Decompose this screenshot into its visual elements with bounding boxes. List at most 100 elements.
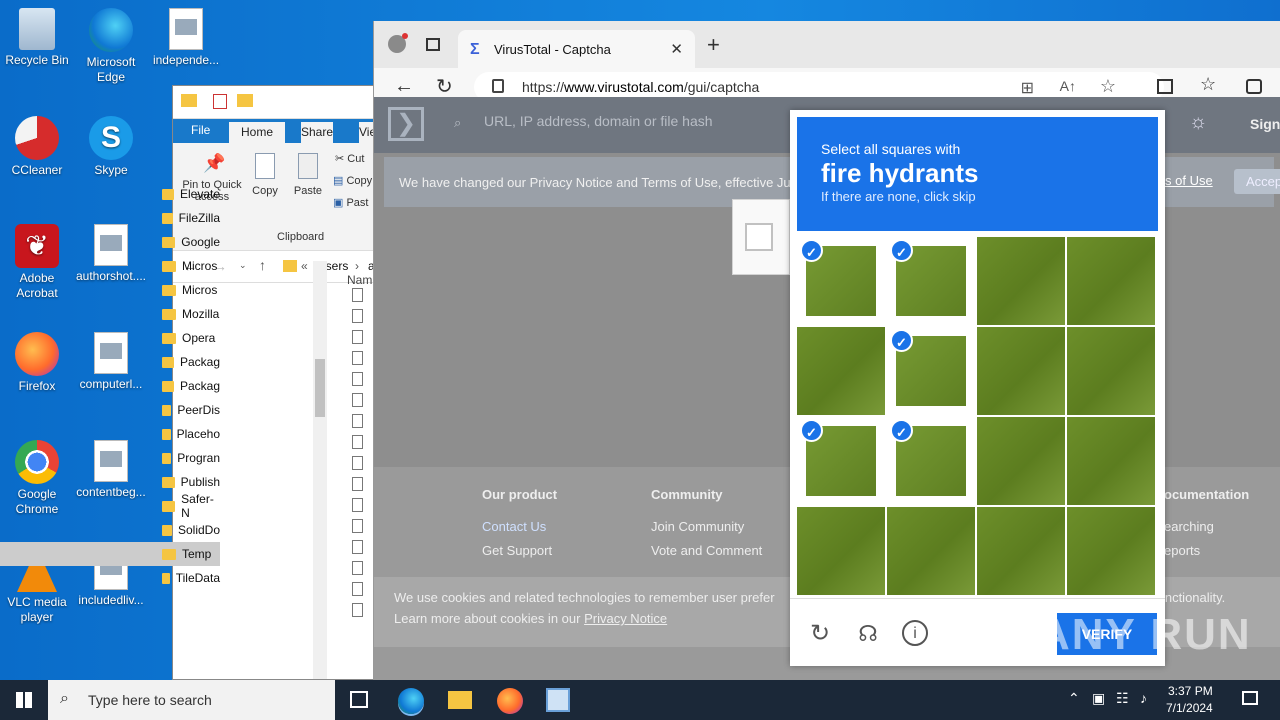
nav-folder-item[interactable]: Placeho bbox=[0, 422, 220, 446]
captcha-tile[interactable] bbox=[1067, 417, 1155, 505]
notifications-icon[interactable] bbox=[1242, 691, 1258, 705]
captcha-tile[interactable] bbox=[797, 507, 885, 595]
captcha-tile[interactable] bbox=[797, 327, 885, 415]
column-header-name[interactable]: Nam bbox=[347, 273, 372, 287]
file-icon[interactable] bbox=[352, 603, 363, 617]
file-icon[interactable] bbox=[352, 372, 363, 386]
sign-in-link[interactable]: Sign in bbox=[1250, 116, 1280, 132]
taskbar-explorer-icon[interactable] bbox=[448, 691, 472, 709]
nav-folder-item[interactable]: Micros bbox=[0, 254, 220, 278]
captcha-tile[interactable] bbox=[977, 507, 1065, 595]
captcha-checkbox[interactable] bbox=[745, 223, 773, 251]
file-icon[interactable] bbox=[352, 309, 363, 323]
theme-sun-icon[interactable]: ☼ bbox=[1189, 111, 1207, 134]
refresh-icon[interactable]: ↻ bbox=[436, 74, 453, 99]
chevron-down-icon[interactable]: ⌄ bbox=[239, 260, 247, 271]
captcha-tile[interactable]: ✓ bbox=[887, 327, 975, 415]
properties-icon[interactable] bbox=[213, 94, 227, 109]
desktop-icon-edge[interactable]: Microsoft Edge bbox=[74, 8, 148, 85]
file-icon[interactable] bbox=[352, 519, 363, 533]
taskbar-app-icon[interactable] bbox=[546, 688, 570, 712]
footer-link-contact[interactable]: Contact Us bbox=[482, 519, 546, 534]
file-icon[interactable] bbox=[352, 498, 363, 512]
captcha-tile[interactable] bbox=[977, 327, 1065, 415]
terms-link[interactable]: s of Use bbox=[1165, 173, 1213, 188]
nav-folder-item[interactable]: PeerDis bbox=[0, 398, 220, 422]
security-icon[interactable]: ▣ bbox=[1092, 690, 1105, 707]
tab-share[interactable]: Share bbox=[301, 122, 334, 143]
file-icon[interactable] bbox=[352, 477, 363, 491]
virustotal-logo-icon[interactable]: ❯ bbox=[388, 107, 424, 141]
collections-icon[interactable] bbox=[1246, 79, 1262, 94]
scrollbar[interactable] bbox=[313, 261, 327, 679]
captcha-tile[interactable]: ✓ bbox=[797, 237, 885, 325]
info-icon[interactable]: i bbox=[902, 620, 928, 646]
file-icon[interactable] bbox=[352, 540, 363, 554]
captcha-tile[interactable]: ✓ bbox=[797, 417, 885, 505]
nav-folder-item[interactable]: SolidDo bbox=[0, 518, 220, 542]
task-view-icon[interactable] bbox=[350, 691, 368, 708]
split-screen-icon[interactable] bbox=[1157, 79, 1173, 94]
up-arrow-icon[interactable]: ↑ bbox=[259, 257, 266, 273]
volume-icon[interactable]: ♪ bbox=[1140, 690, 1147, 706]
nav-folder-item[interactable]: Mozilla bbox=[0, 302, 220, 326]
footer-link-join[interactable]: Join Community bbox=[651, 519, 744, 534]
captcha-tile[interactable] bbox=[1067, 507, 1155, 595]
favorites-icon[interactable]: ☆ bbox=[1200, 74, 1216, 95]
scrollbar-thumb[interactable] bbox=[315, 359, 325, 417]
file-icon[interactable] bbox=[352, 582, 363, 596]
taskbar-firefox-icon[interactable] bbox=[497, 688, 523, 714]
nav-folder-item[interactable]: Elevate bbox=[0, 182, 220, 206]
captcha-tile[interactable]: ✓ bbox=[887, 237, 975, 325]
apps-icon[interactable]: ⊞ bbox=[1021, 78, 1034, 98]
close-icon[interactable]: ✕ bbox=[670, 40, 683, 58]
taskbar-search-box[interactable]: ⌕ Type here to search bbox=[48, 680, 335, 720]
file-icon[interactable] bbox=[352, 456, 363, 470]
nav-folder-item[interactable]: Micros bbox=[0, 278, 220, 302]
desktop-icon-ccleaner[interactable]: CCleaner bbox=[0, 116, 74, 178]
footer-link-support[interactable]: Get Support bbox=[482, 543, 552, 558]
captcha-tile[interactable] bbox=[977, 237, 1065, 325]
desktop-icon-recycle-bin[interactable]: Recycle Bin bbox=[0, 8, 74, 68]
new-tab-plus-icon[interactable]: + bbox=[707, 32, 720, 58]
tab-home[interactable]: Home bbox=[229, 122, 286, 143]
footer-link-reports[interactable]: eports bbox=[1164, 543, 1200, 558]
captcha-tile[interactable] bbox=[1067, 237, 1155, 325]
read-aloud-icon[interactable]: A↑ bbox=[1060, 78, 1076, 94]
back-arrow-icon[interactable]: ← bbox=[394, 75, 414, 98]
copy-button[interactable]: Copy bbox=[249, 153, 281, 197]
captcha-tile[interactable] bbox=[977, 417, 1065, 505]
favorite-star-icon[interactable]: ☆ bbox=[1100, 76, 1116, 97]
file-icon[interactable] bbox=[352, 288, 363, 302]
file-icon[interactable] bbox=[352, 435, 363, 449]
refresh-icon[interactable]: ↻ bbox=[806, 620, 834, 648]
vt-search-input[interactable]: URL, IP address, domain or file hash bbox=[484, 113, 713, 129]
footer-link-searching[interactable]: earching bbox=[1164, 519, 1214, 534]
captcha-tile[interactable]: ✓ bbox=[887, 417, 975, 505]
copy-path-button[interactable]: ▤ Copy bbox=[333, 174, 372, 187]
footer-link-vote[interactable]: Vote and Comment bbox=[651, 543, 762, 558]
breadcrumb-overflow[interactable]: « bbox=[301, 259, 308, 273]
accept-button[interactable]: Accep bbox=[1234, 169, 1280, 194]
headphones-icon[interactable]: ☊ bbox=[854, 620, 882, 648]
privacy-notice-link[interactable]: Privacy Notice bbox=[584, 611, 667, 626]
nav-folder-item[interactable]: Packag bbox=[0, 374, 220, 398]
file-icon[interactable] bbox=[352, 351, 363, 365]
nav-folder-item[interactable]: FileZilla bbox=[0, 206, 220, 230]
nav-folder-item[interactable]: Packag bbox=[0, 350, 220, 374]
paste-button[interactable]: Paste bbox=[291, 153, 325, 197]
tab-file[interactable]: File bbox=[191, 123, 210, 137]
chevron-up-icon[interactable]: ⌃ bbox=[1068, 690, 1080, 707]
file-icon[interactable] bbox=[352, 414, 363, 428]
nav-folder-item[interactable]: Opera bbox=[0, 326, 220, 350]
nav-folder-item[interactable]: Progran bbox=[0, 446, 220, 470]
file-icon[interactable] bbox=[352, 330, 363, 344]
captcha-tile[interactable] bbox=[887, 507, 975, 595]
cut-button[interactable]: ✂ Cut bbox=[335, 152, 364, 165]
nav-folder-item[interactable]: Temp bbox=[0, 542, 220, 566]
new-folder-icon[interactable] bbox=[237, 94, 253, 107]
tab-actions-icon[interactable] bbox=[426, 38, 440, 51]
clock-date[interactable]: 7/1/2024 bbox=[1166, 701, 1213, 715]
taskbar-edge-icon[interactable] bbox=[398, 688, 424, 714]
captcha-tile[interactable] bbox=[1067, 327, 1155, 415]
